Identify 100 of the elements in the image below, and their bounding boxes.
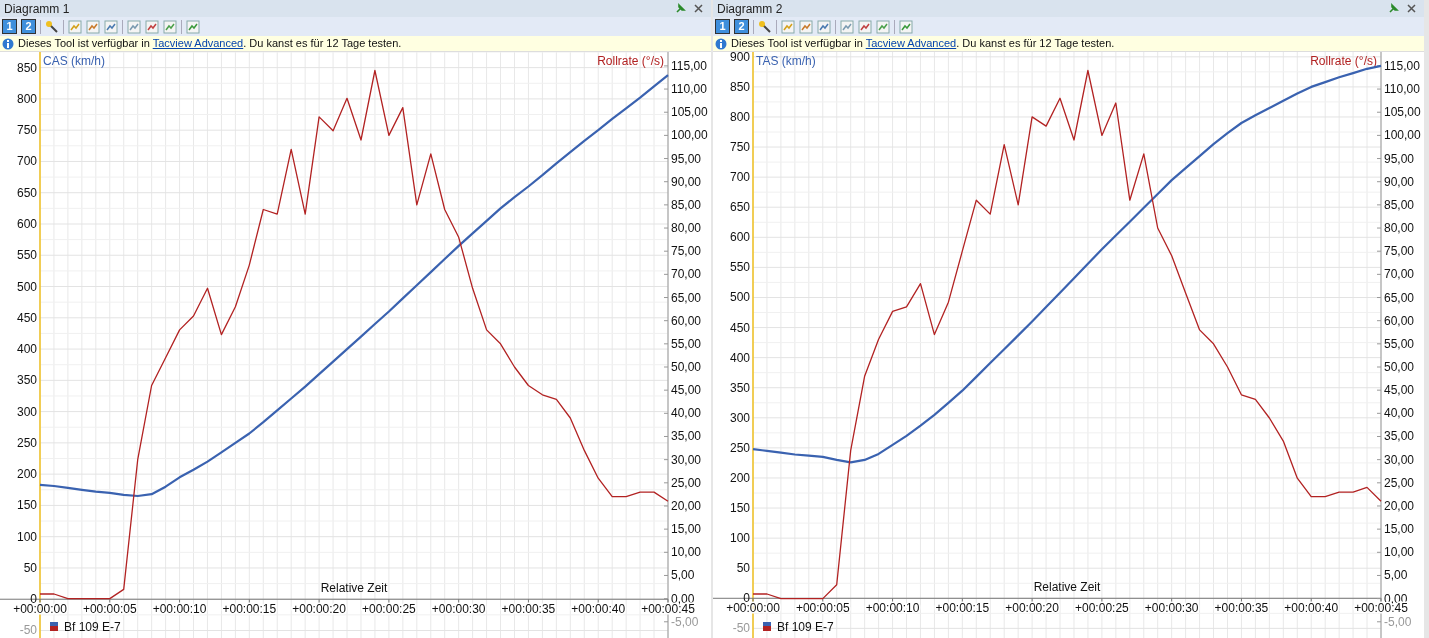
axis-tick-label: 15,00 bbox=[671, 522, 702, 537]
axis-tick-label: 75,00 bbox=[1384, 244, 1415, 259]
chart-tool-icon[interactable] bbox=[899, 19, 913, 34]
axis-tick-label: 45,00 bbox=[1384, 383, 1415, 398]
axis-tick-label: +00:00:20 bbox=[1005, 601, 1059, 616]
axis-tick-label: 15,00 bbox=[1384, 522, 1415, 537]
axis-tick-label: -50 bbox=[732, 621, 750, 636]
view-button[interactable]: 2 bbox=[21, 19, 36, 34]
axis-tick-label: 10,00 bbox=[671, 545, 702, 560]
axis-tick-label: 600 bbox=[729, 230, 750, 245]
axis-tick-label: +00:00:10 bbox=[152, 602, 207, 617]
axis-tick-label: 650 bbox=[729, 200, 750, 215]
info-icon bbox=[715, 37, 727, 50]
axis-tick-label: +00:00:10 bbox=[865, 601, 920, 616]
chart-tool-icon[interactable] bbox=[840, 19, 854, 34]
axis-tick-label: 115,00 bbox=[671, 58, 707, 73]
axis-tick-label: 40,00 bbox=[671, 406, 702, 421]
axis-tick-label: 60,00 bbox=[1384, 313, 1415, 328]
axis-tick-label: 550 bbox=[729, 260, 750, 275]
axis-tick-label: 900 bbox=[729, 52, 750, 64]
axis-tick-label: 110,00 bbox=[671, 82, 707, 97]
axis-tick-label: 30,00 bbox=[671, 452, 702, 467]
chart-tool-icon[interactable] bbox=[145, 19, 159, 34]
axis-title: Rollrate (°/s) bbox=[597, 54, 664, 68]
axis-tick-label: 95,00 bbox=[1384, 151, 1415, 166]
axis-tick-label: +00:00:40 bbox=[1284, 601, 1339, 616]
info-icon bbox=[2, 37, 14, 50]
axis-tick-label: 50,00 bbox=[1384, 360, 1415, 374]
axis-tick-label: 35,00 bbox=[671, 429, 702, 444]
axis-tick-label: 85,00 bbox=[1384, 197, 1415, 212]
axis-tick-label: 65,00 bbox=[1384, 290, 1415, 305]
axis-tick-label: 750 bbox=[729, 140, 750, 155]
axis-tick-label: 100 bbox=[16, 529, 37, 544]
axis-tick-label: 85,00 bbox=[671, 197, 702, 212]
axis-tick-label: 25,00 bbox=[1384, 475, 1415, 490]
axis-tick-label: 350 bbox=[16, 373, 37, 388]
axis-title: CAS (km/h) bbox=[43, 54, 105, 68]
axis-tick-label: 50,00 bbox=[671, 360, 702, 374]
axis-tick-label: 550 bbox=[16, 248, 37, 263]
axis-tick-label: 55,00 bbox=[1384, 336, 1415, 351]
axis-tick-label: 5,00 bbox=[671, 568, 695, 583]
axis-tick-label: 850 bbox=[16, 60, 37, 75]
axis-tick-label: 850 bbox=[729, 79, 750, 94]
axis-tick-label: 50 bbox=[23, 560, 37, 575]
chart-tool-icon[interactable] bbox=[799, 19, 813, 34]
chart-tool-icon[interactable] bbox=[876, 19, 890, 34]
axis-tick-label: 300 bbox=[729, 410, 750, 425]
axis-tick-label: 105,00 bbox=[671, 105, 708, 120]
axis-title: TAS (km/h) bbox=[756, 54, 816, 68]
chart-tool-icon[interactable] bbox=[163, 19, 177, 34]
view-button[interactable]: 1 bbox=[715, 19, 730, 34]
axis-tick-label: 50 bbox=[736, 561, 750, 576]
axis-tick-label: +00:00:20 bbox=[292, 602, 346, 617]
axis-tick-label: 65,00 bbox=[671, 290, 702, 305]
axis-tick-label: 115,00 bbox=[1384, 58, 1420, 73]
panel-title: Diagramm 2 bbox=[717, 2, 783, 15]
close-icon[interactable] bbox=[1407, 4, 1416, 13]
legend-label: Bf 109 E-7 bbox=[64, 620, 121, 634]
view-button[interactable]: 1 bbox=[2, 19, 17, 34]
chart-tool-icon[interactable] bbox=[858, 19, 872, 34]
axis-tick-label: 20,00 bbox=[1384, 499, 1415, 513]
axis-title: Relative Zeit bbox=[320, 581, 388, 596]
axis-tick-label: 650 bbox=[16, 185, 37, 200]
axis-tick-label: 20,00 bbox=[671, 499, 702, 513]
axis-tick-label: 200 bbox=[16, 467, 37, 482]
axis-tick-label: 250 bbox=[729, 440, 750, 455]
chart-tool-icon[interactable] bbox=[186, 19, 200, 34]
axis-tick-label: 60,00 bbox=[671, 313, 702, 328]
chart-tool-icon[interactable] bbox=[86, 19, 100, 34]
chart-tool-icon[interactable] bbox=[127, 19, 141, 34]
axis-tick-label: -5,00 bbox=[671, 614, 699, 629]
axis-tick-label: 70,00 bbox=[1384, 267, 1415, 282]
axis-tick-label: 500 bbox=[729, 290, 750, 305]
axis-tick-label: +00:00:30 bbox=[1144, 601, 1199, 616]
chart-tool-icon[interactable] bbox=[68, 19, 82, 34]
panel-title: Diagramm 1 bbox=[4, 2, 70, 15]
axis-tick-label: 350 bbox=[729, 380, 750, 395]
axis-tick-label: 80,00 bbox=[671, 221, 702, 236]
axis-tick-label: 250 bbox=[16, 435, 37, 450]
axis-tick-label: 45,00 bbox=[671, 383, 702, 398]
axis-tick-label: 700 bbox=[729, 170, 750, 185]
axis-tick-label: 5,00 bbox=[1384, 568, 1408, 583]
axis-tick-label: +00:00:15 bbox=[935, 601, 990, 616]
axis-title: Relative Zeit bbox=[1033, 580, 1101, 595]
legend-swatch-icon bbox=[763, 622, 771, 631]
axis-tick-label: 450 bbox=[729, 320, 750, 335]
axis-tick-label: 40,00 bbox=[1384, 406, 1415, 421]
axis-tick-label: +00:00:05 bbox=[82, 602, 137, 617]
chart-tool-icon[interactable] bbox=[817, 19, 831, 34]
info-message: Dieses Tool ist verfügbar in Tacview Advanced. Du kanst es für 12 Tage testen. bbox=[731, 36, 1115, 52]
view-button[interactable]: 2 bbox=[734, 19, 749, 34]
axis-tick-label: +00:00:35 bbox=[1214, 601, 1269, 616]
close-icon[interactable] bbox=[694, 4, 703, 13]
chart-tool-icon[interactable] bbox=[104, 19, 118, 34]
axis-tick-label: 100,00 bbox=[671, 128, 708, 143]
chart-tool-icon[interactable] bbox=[781, 19, 795, 34]
axis-tick-label: 10,00 bbox=[1384, 545, 1415, 560]
axis-tick-label: +00:00:35 bbox=[501, 602, 556, 617]
axis-tick-label: 25,00 bbox=[671, 475, 702, 490]
axis-tick-label: 450 bbox=[16, 310, 37, 325]
